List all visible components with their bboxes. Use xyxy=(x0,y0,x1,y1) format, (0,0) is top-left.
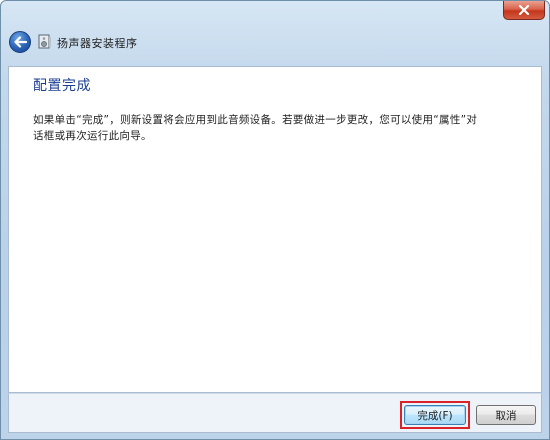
close-icon xyxy=(518,5,530,15)
back-button[interactable] xyxy=(9,31,31,53)
cancel-button[interactable]: 取消 xyxy=(476,405,536,425)
title-bar: 扬声器安装程序 xyxy=(1,1,549,65)
back-arrow-icon xyxy=(14,36,27,48)
close-button[interactable] xyxy=(503,1,545,20)
window-title: 扬声器安装程序 xyxy=(57,37,138,50)
page-heading: 配置完成 xyxy=(33,78,91,94)
finish-button[interactable]: 完成(F) xyxy=(404,405,466,425)
speaker-setup-icon xyxy=(38,34,51,49)
wizard-window: 扬声器安装程序 配置完成 如果单击“完成”，则新设置将会应用到此音频设备。若要做… xyxy=(0,0,550,440)
instruction-text: 如果单击“完成”，则新设置将会应用到此音频设备。若要做进一步更改，您可以使用“属… xyxy=(33,114,478,142)
